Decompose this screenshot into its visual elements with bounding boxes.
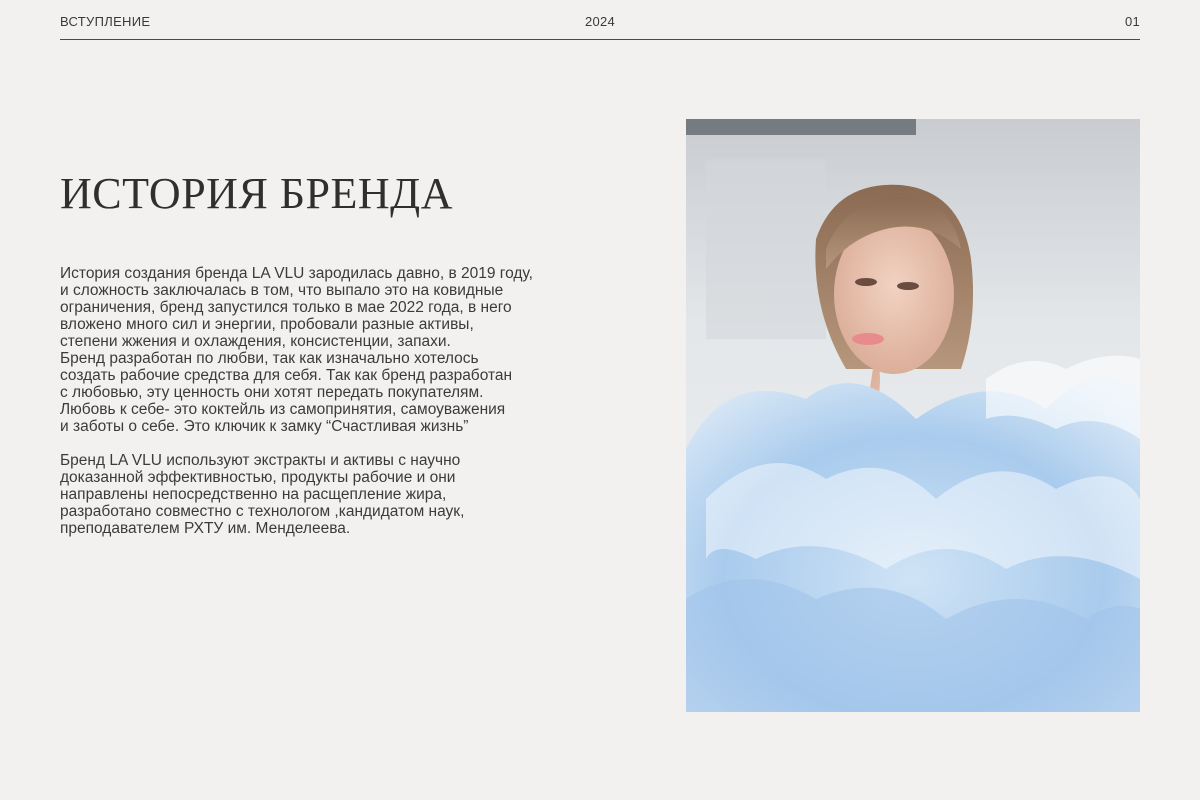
text-line: преподавателем РХТУ им. Менделеева. [60,520,351,537]
page-header: ВСТУПЛЕНИЕ 2024 01 [60,0,1140,40]
text-line: Бренд LA VLU используют экстракты и акти… [60,452,461,469]
text-line: создать рабочие средства для себя. Так к… [60,367,513,384]
paragraph-ingredients: Бренд LA VLU используют экстракты и акти… [60,452,580,537]
text-line: Любовь к себе- это коктейль из самоприня… [60,401,506,418]
text-line: доказанной эффективностью, продукты рабо… [60,469,456,486]
page-title: ИСТОРИЯ БРЕНДА [60,169,453,218]
text-line: История создания бренда LA VLU зародилас… [60,265,533,282]
text-line: с любовью, эту ценность они хотят переда… [60,384,484,401]
text-line: и заботы о себе. Это ключик к замку “Сча… [60,418,469,435]
text-line: направлены непосредственно на расщеплени… [60,486,447,503]
text-line: ограничения, бренд запустился только в м… [60,299,512,316]
page-number: 01 [1124,14,1140,29]
paragraph-history: История создания бренда LA VLU зародилас… [60,265,580,435]
text-line: и сложность заключалась в том, что выпал… [60,282,504,299]
text-line: разработано совместно с технологом ,канд… [60,503,465,520]
portrait-photo [686,119,1140,712]
year-label: 2024 [584,14,616,29]
section-label: ВСТУПЛЕНИЕ [60,14,151,29]
text-line: Бренд разработан по любви, так как изнач… [60,350,479,367]
text-line: степени жжения и охлаждения, консистенци… [60,333,451,350]
body-text: История создания бренда LA VLU зародилас… [60,265,580,537]
text-line: вложено много сил и энергии, пробовали р… [60,316,474,333]
